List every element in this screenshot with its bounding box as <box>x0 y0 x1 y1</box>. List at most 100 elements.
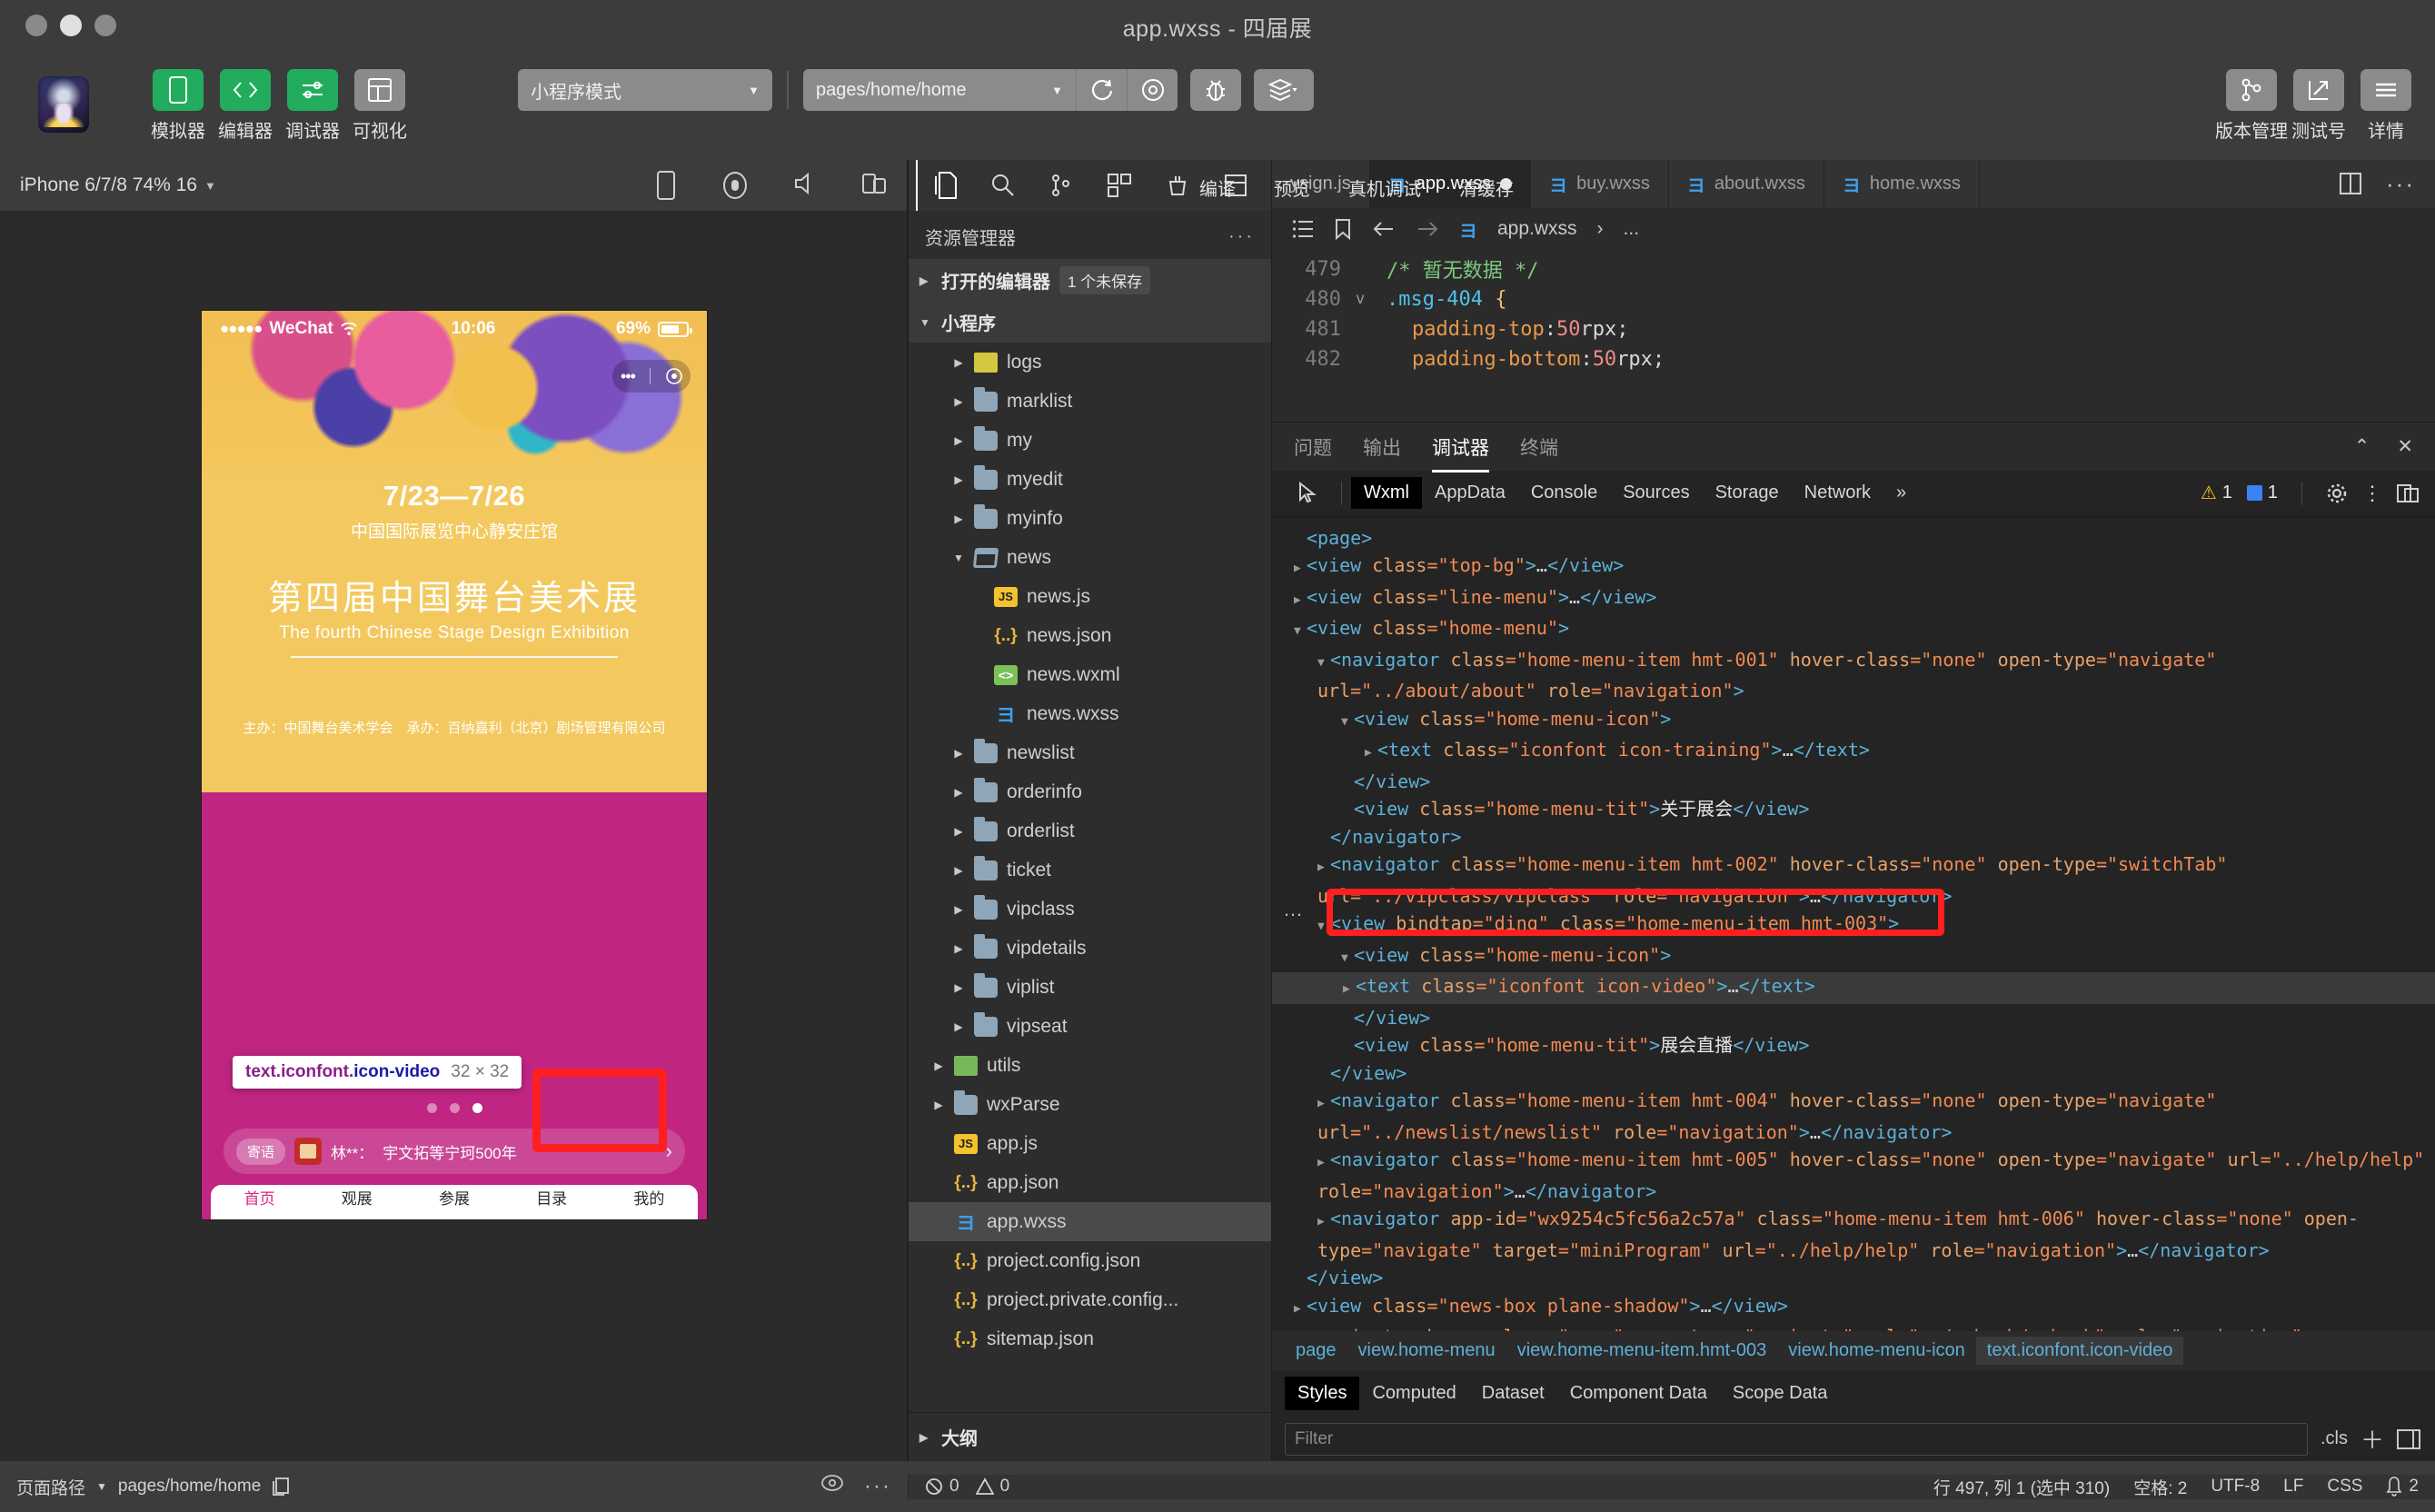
toolbar-button-details[interactable]: 详情 <box>2357 69 2415 143</box>
mode-select[interactable]: 小程序模式 ▼ <box>518 69 772 111</box>
wxml-node[interactable]: ▶ <text class="iconfont icon-training">…<… <box>1294 736 2435 768</box>
wxml-node[interactable]: </view> <box>1294 1264 2435 1292</box>
file-tree-row[interactable]: ▶ my <box>909 421 1271 460</box>
file-tree-row[interactable]: ▶ orderlist <box>909 811 1271 850</box>
wxml-node[interactable]: </navigator> <box>1294 823 2435 851</box>
wxml-node-selected[interactable]: ▶ <text class="iconfont icon-video">…</te… <box>1272 972 2435 1004</box>
element-picker-icon[interactable] <box>1285 481 1332 505</box>
breadcrumb-node-selected[interactable]: text.iconfont.icon-video <box>1975 1337 2184 1366</box>
file-tree-row[interactable]: {..} app.json <box>909 1163 1271 1202</box>
volume-icon[interactable] <box>792 171 818 200</box>
chevron-right-icon[interactable]: ▶ <box>1294 555 1307 583</box>
toolbar-button-clearcache[interactable] <box>1254 69 1314 111</box>
file-tree-row[interactable]: ▶ ticket <box>909 850 1271 890</box>
record-icon[interactable] <box>721 171 749 200</box>
file-tree-row[interactable]: ▶ vipseat <box>909 1007 1271 1046</box>
eye-icon[interactable] <box>820 1474 844 1499</box>
cls-toggle[interactable]: .cls <box>2321 1428 2348 1449</box>
toolbar-button-debugger[interactable]: 调试器 <box>283 69 342 143</box>
tabbar-item-exhibit[interactable]: 参展 <box>405 1185 502 1209</box>
file-tree-row[interactable]: ▶ wxParse <box>909 1085 1271 1124</box>
wxml-node[interactable]: ▶ <view class="news-box plane-shadow">…</… <box>1294 1292 2435 1324</box>
file-tree-row[interactable]: ▶ myinfo <box>909 499 1271 538</box>
editor-tab-home-wxss[interactable]: ヨ home.wxss <box>1824 160 1980 208</box>
wxml-node[interactable]: ▶ <navigator class="home-menu-item hmt-00… <box>1294 850 2435 910</box>
tabbar-item-catalog[interactable]: 目录 <box>503 1185 601 1209</box>
carousel-dot-active[interactable] <box>472 1103 482 1113</box>
style-tab-computed[interactable]: Computed <box>1359 1377 1468 1410</box>
file-tree[interactable]: ▶ logs ▶ marklist ▶ my ▶ myedit ▶ myinfo ▼ news JS ne… <box>909 343 1271 1412</box>
wxml-node[interactable]: ▼ <view bindtap="ding" class="home-menu-i… <box>1294 910 2435 941</box>
chevron-right-icon[interactable]: ▶ <box>1317 1149 1330 1178</box>
wxml-node[interactable]: <page> <box>1294 524 2435 552</box>
wxml-node[interactable]: </view> <box>1294 1004 2435 1032</box>
editor-tab-buy-wxss[interactable]: ヨ buy.wxss <box>1531 160 1669 208</box>
close-panel-icon[interactable]: ✕ <box>2397 435 2413 458</box>
chevron-right-icon[interactable]: ▶ <box>1343 976 1356 1004</box>
chevron-right-icon[interactable]: ▶ <box>1294 587 1307 615</box>
file-tree-row[interactable]: ▶ myedit <box>909 460 1271 499</box>
wxml-node[interactable]: ▶ <view class="top-bg">…</view> <box>1294 552 2435 583</box>
more-actions-icon[interactable]: ··· <box>2386 170 2415 198</box>
file-tree-row[interactable]: ▶ vipclass <box>909 890 1271 929</box>
add-style-rule-icon[interactable]: ＋ <box>2360 1422 2384 1456</box>
wxml-gutter-ellipsis[interactable]: … <box>1283 898 1305 921</box>
wxml-node[interactable]: <view class="home-menu-tit">关于展会</view> <box>1294 795 2435 823</box>
wxml-node[interactable]: ▼ <navigator class="home-menu-item hmt-00… <box>1294 646 2435 705</box>
wxml-node[interactable]: ▶ <navigator class="home-menu-item hmt-00… <box>1294 1146 2435 1205</box>
wxml-node[interactable]: ▼ <view class="home-menu"> <box>1294 614 2435 646</box>
explorer-more-icon[interactable]: ··· <box>1228 226 1255 247</box>
capsule-button[interactable]: ••• <box>612 360 691 393</box>
panel-tab-terminal[interactable]: 终端 <box>1520 433 1558 461</box>
dock-side-icon[interactable] <box>2397 482 2419 504</box>
style-tab-styles[interactable]: Styles <box>1285 1377 1360 1411</box>
indent-setting[interactable]: 空格: 2 <box>2133 1475 2187 1499</box>
files-icon[interactable] <box>916 160 974 211</box>
file-tree-row[interactable]: ▶ newslist <box>909 733 1271 772</box>
file-tree-row[interactable]: JS news.js <box>909 577 1271 616</box>
page-path-label[interactable]: 页面路径 <box>16 1475 85 1499</box>
open-editors-section[interactable]: ▶ 打开的编辑器 1 个未保存 <box>909 259 1271 302</box>
chevron-right-icon[interactable]: ▶ <box>1365 740 1377 768</box>
file-tree-row[interactable]: ▶ vipdetails <box>909 929 1271 968</box>
breadcrumb-node[interactable]: page <box>1285 1337 1347 1365</box>
wxml-node[interactable]: <view class="home-menu-tit">展会直播</view> <box>1294 1031 2435 1059</box>
file-tree-row[interactable]: ▶ logs <box>909 343 1271 382</box>
devtool-tab-wxml[interactable]: Wxml <box>1351 477 1422 510</box>
chevron-right-icon[interactable]: ▶ <box>1317 1090 1330 1119</box>
wxml-node[interactable]: ▼ <view class="home-menu-icon"> <box>1294 705 2435 737</box>
devtool-tab-sources[interactable]: Sources <box>1610 477 1702 509</box>
chevron-down-icon[interactable]: ▼ <box>1317 913 1330 941</box>
encoding-setting[interactable]: UTF-8 <box>2211 1477 2260 1497</box>
collapse-panel-icon[interactable]: ⌃ <box>2354 435 2370 458</box>
navigate-back-icon[interactable] <box>1372 220 1396 238</box>
style-tab-dataset[interactable]: Dataset <box>1469 1377 1557 1410</box>
file-tree-row[interactable]: ▶ viplist <box>909 968 1271 1007</box>
style-tab-component-data[interactable]: Component Data <box>1557 1377 1720 1410</box>
page-select[interactable]: pages/home/home ▼ <box>803 69 1076 111</box>
fold-marker[interactable]: v <box>1356 290 1386 308</box>
phone-rotate-icon[interactable] <box>654 171 678 200</box>
compile-button[interactable] <box>1076 69 1127 111</box>
wxml-node[interactable]: </view> <box>1294 768 2435 796</box>
toolbar-button-visual[interactable]: 可视化 <box>351 69 409 143</box>
notifications[interactable]: 2 <box>2386 1477 2419 1497</box>
file-tree-row[interactable]: ▶ marklist <box>909 382 1271 421</box>
gear-icon[interactable] <box>2326 482 2348 504</box>
panel-tab-problems[interactable]: 问题 <box>1294 433 1332 461</box>
file-tree-row[interactable]: JS app.js <box>909 1124 1271 1163</box>
file-tree-row[interactable]: {..} project.config.json <box>909 1241 1271 1280</box>
toolbar-button-simulator[interactable]: 模拟器 <box>149 69 207 143</box>
kebab-menu-icon[interactable]: ⋮ <box>2362 482 2382 505</box>
carousel-dot[interactable] <box>426 1103 437 1113</box>
language-mode[interactable]: CSS <box>2327 1477 2362 1497</box>
file-tree-row[interactable]: {..} project.private.config... <box>909 1280 1271 1319</box>
toggle-sidebar-icon[interactable] <box>2397 1428 2420 1450</box>
file-tree-row[interactable]: <> news.wxml <box>909 655 1271 694</box>
toolbar-button-testaccount[interactable]: 测试号 <box>2290 69 2348 143</box>
file-tree-row[interactable]: {..} news.json <box>909 616 1271 655</box>
file-tree-row[interactable]: ▼ news <box>909 538 1271 577</box>
file-tree-row[interactable]: {..} sitemap.json <box>909 1319 1271 1358</box>
outline-list-icon[interactable] <box>1292 219 1314 239</box>
navigate-forward-icon[interactable] <box>1416 220 1439 238</box>
